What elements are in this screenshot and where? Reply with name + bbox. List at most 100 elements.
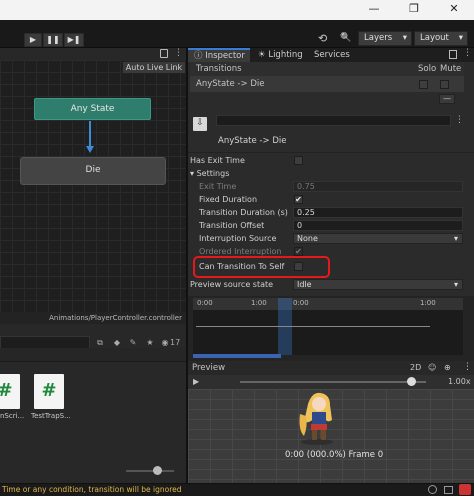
tag-icon[interactable]: ◆ [112, 338, 122, 348]
interruption-source-label: Interruption Source [199, 234, 277, 243]
lock-icon[interactable] [449, 50, 457, 59]
preview-play-button[interactable]: ▶ [193, 377, 199, 386]
state-any-state[interactable]: Any State [34, 98, 151, 120]
transition-offset-field[interactable]: 0 [293, 220, 463, 231]
settings-foldout[interactable]: ▾ Settings [190, 168, 229, 179]
timeline-tick: 1:00 [420, 299, 436, 307]
lock-icon[interactable] [160, 49, 168, 58]
solo-checkbox[interactable] [419, 80, 428, 89]
preview-source-label: Preview source state [190, 280, 274, 289]
mode-2d-toggle[interactable]: 2D [410, 363, 421, 372]
fixed-duration-checkbox[interactable]: ✔ [294, 195, 303, 204]
chevron-down-icon: ▾ [453, 280, 458, 289]
exit-time-label: Exit Time [199, 182, 237, 191]
timeline-tick: 0:00 [293, 299, 309, 307]
frame-readout: 0:00 (000.0%) Frame 0 [285, 450, 384, 460]
asset-count: 17 [170, 338, 181, 347]
history-icon[interactable]: ⟲ [318, 32, 327, 45]
script-file-label: TestTrapS... [31, 412, 71, 420]
script-file-label: nScri... [0, 412, 25, 420]
timeline-track[interactable] [193, 310, 463, 355]
menu-kebab-icon[interactable]: ⋮ [174, 48, 183, 58]
tab-services[interactable]: Services [308, 48, 358, 62]
pause-button[interactable]: ❚❚ [43, 33, 63, 47]
preview-title: Preview [192, 363, 226, 373]
interruption-source-dropdown[interactable]: None ▾ [293, 233, 463, 244]
eye-icon[interactable]: ◉ [161, 338, 169, 348]
mute-checkbox[interactable] [440, 80, 449, 89]
tab-services-label: Services [314, 50, 350, 60]
layout-dropdown[interactable]: Layout ▾ [414, 31, 468, 46]
preview-source-dropdown[interactable]: Idle ▾ [293, 279, 463, 290]
transition-icon: ⇩ [193, 117, 207, 131]
timeline-tick: 0:00 [197, 299, 213, 307]
layers-label: Layers [364, 33, 393, 43]
character-model [299, 392, 333, 445]
speed-slider[interactable] [240, 381, 426, 383]
settings-kebab-icon[interactable]: ⋮ [455, 115, 464, 125]
tab-lighting[interactable]: ☀ Lighting [252, 48, 310, 62]
icon-size-slider[interactable] [126, 470, 174, 472]
speed-slider-handle[interactable] [407, 377, 416, 386]
auto-live-link-button[interactable]: Auto Live Link [122, 61, 186, 74]
transition-arrow[interactable] [89, 121, 91, 149]
exit-time-field: 0.75 [293, 181, 463, 192]
transition-subtitle: AnyState -> Die [218, 136, 287, 146]
transition-name-field[interactable] [216, 115, 451, 126]
timeline-curve [196, 326, 430, 327]
transition-duration-field[interactable]: 0.25 [293, 207, 463, 218]
label-icon[interactable]: ✎ [128, 338, 138, 348]
star-icon[interactable]: ★ [145, 338, 155, 348]
bug-icon[interactable] [428, 485, 437, 494]
pivot-icon[interactable]: ⊕ [444, 363, 451, 372]
project-breadcrumb-bar [0, 348, 186, 362]
playback-speed: 1.00x [448, 377, 471, 386]
preview-source-value: Idle [297, 280, 312, 289]
icon-size-slider-handle[interactable] [153, 466, 162, 475]
remove-transition-button[interactable]: — [439, 94, 455, 104]
controller-path: Animations/PlayerController.controller [0, 312, 186, 324]
tab-inspector-label: Inspector [205, 51, 245, 61]
filter-icon[interactable]: ⧉ [95, 338, 105, 348]
tab-lighting-label: Lighting [268, 50, 303, 60]
restore-button[interactable]: ❐ [394, 0, 434, 20]
status-message: Time or any condition, transition will b… [2, 485, 182, 494]
fixed-duration-label: Fixed Duration [199, 195, 258, 204]
mute-column: Mute [440, 64, 462, 74]
has-exit-time-label: Has Exit Time [190, 156, 245, 165]
mirror-icon[interactable] [444, 486, 453, 494]
transition-offset-label: Transition Offset [199, 221, 265, 230]
interruption-source-value: None [297, 234, 318, 243]
menu-kebab-icon[interactable]: ⋮ [463, 48, 472, 58]
state-die[interactable]: Die [20, 157, 166, 185]
script-file-icon[interactable]: # [0, 374, 20, 409]
window-titlebar: — ❐ ✕ [0, 0, 474, 20]
has-exit-time-checkbox[interactable] [294, 156, 303, 165]
minimize-button[interactable]: — [354, 0, 394, 20]
chevron-down-icon: ▾ [402, 33, 407, 43]
layout-label: Layout [420, 33, 449, 43]
animator-header [0, 48, 186, 60]
transition-duration-label: Transition Duration (s) [199, 208, 288, 217]
layers-dropdown[interactable]: Layers ▾ [358, 31, 412, 46]
tab-inspector[interactable]: ⓘ Inspector [188, 48, 250, 62]
transitions-header: Transitions Solo Mute [190, 62, 464, 76]
play-button[interactable]: ▶ [24, 33, 42, 47]
search-icon[interactable]: 🔍 [340, 33, 351, 43]
settings-label: Settings [196, 169, 230, 178]
collab-icon[interactable] [459, 484, 471, 495]
solo-column: Solo [418, 64, 437, 74]
close-button[interactable]: ✕ [434, 0, 474, 20]
source-state-bar[interactable] [193, 354, 281, 358]
highlight-annotation [193, 256, 330, 278]
avatar-icon[interactable]: ☺ [428, 363, 436, 372]
chevron-down-icon: ▾ [453, 234, 458, 243]
menu-kebab-icon[interactable]: ⋮ [463, 362, 472, 372]
step-button[interactable]: ▶❚ [64, 33, 84, 47]
ordered-interruption-checkbox: ✔ [294, 247, 303, 256]
preview-header: Preview 2D ☺ ⊕ ⋮ [188, 361, 474, 375]
script-file-icon[interactable]: # [34, 374, 64, 409]
chevron-down-icon: ▾ [458, 33, 463, 43]
transitions-title: Transitions [196, 64, 242, 74]
transition-arrow-head [86, 146, 94, 153]
